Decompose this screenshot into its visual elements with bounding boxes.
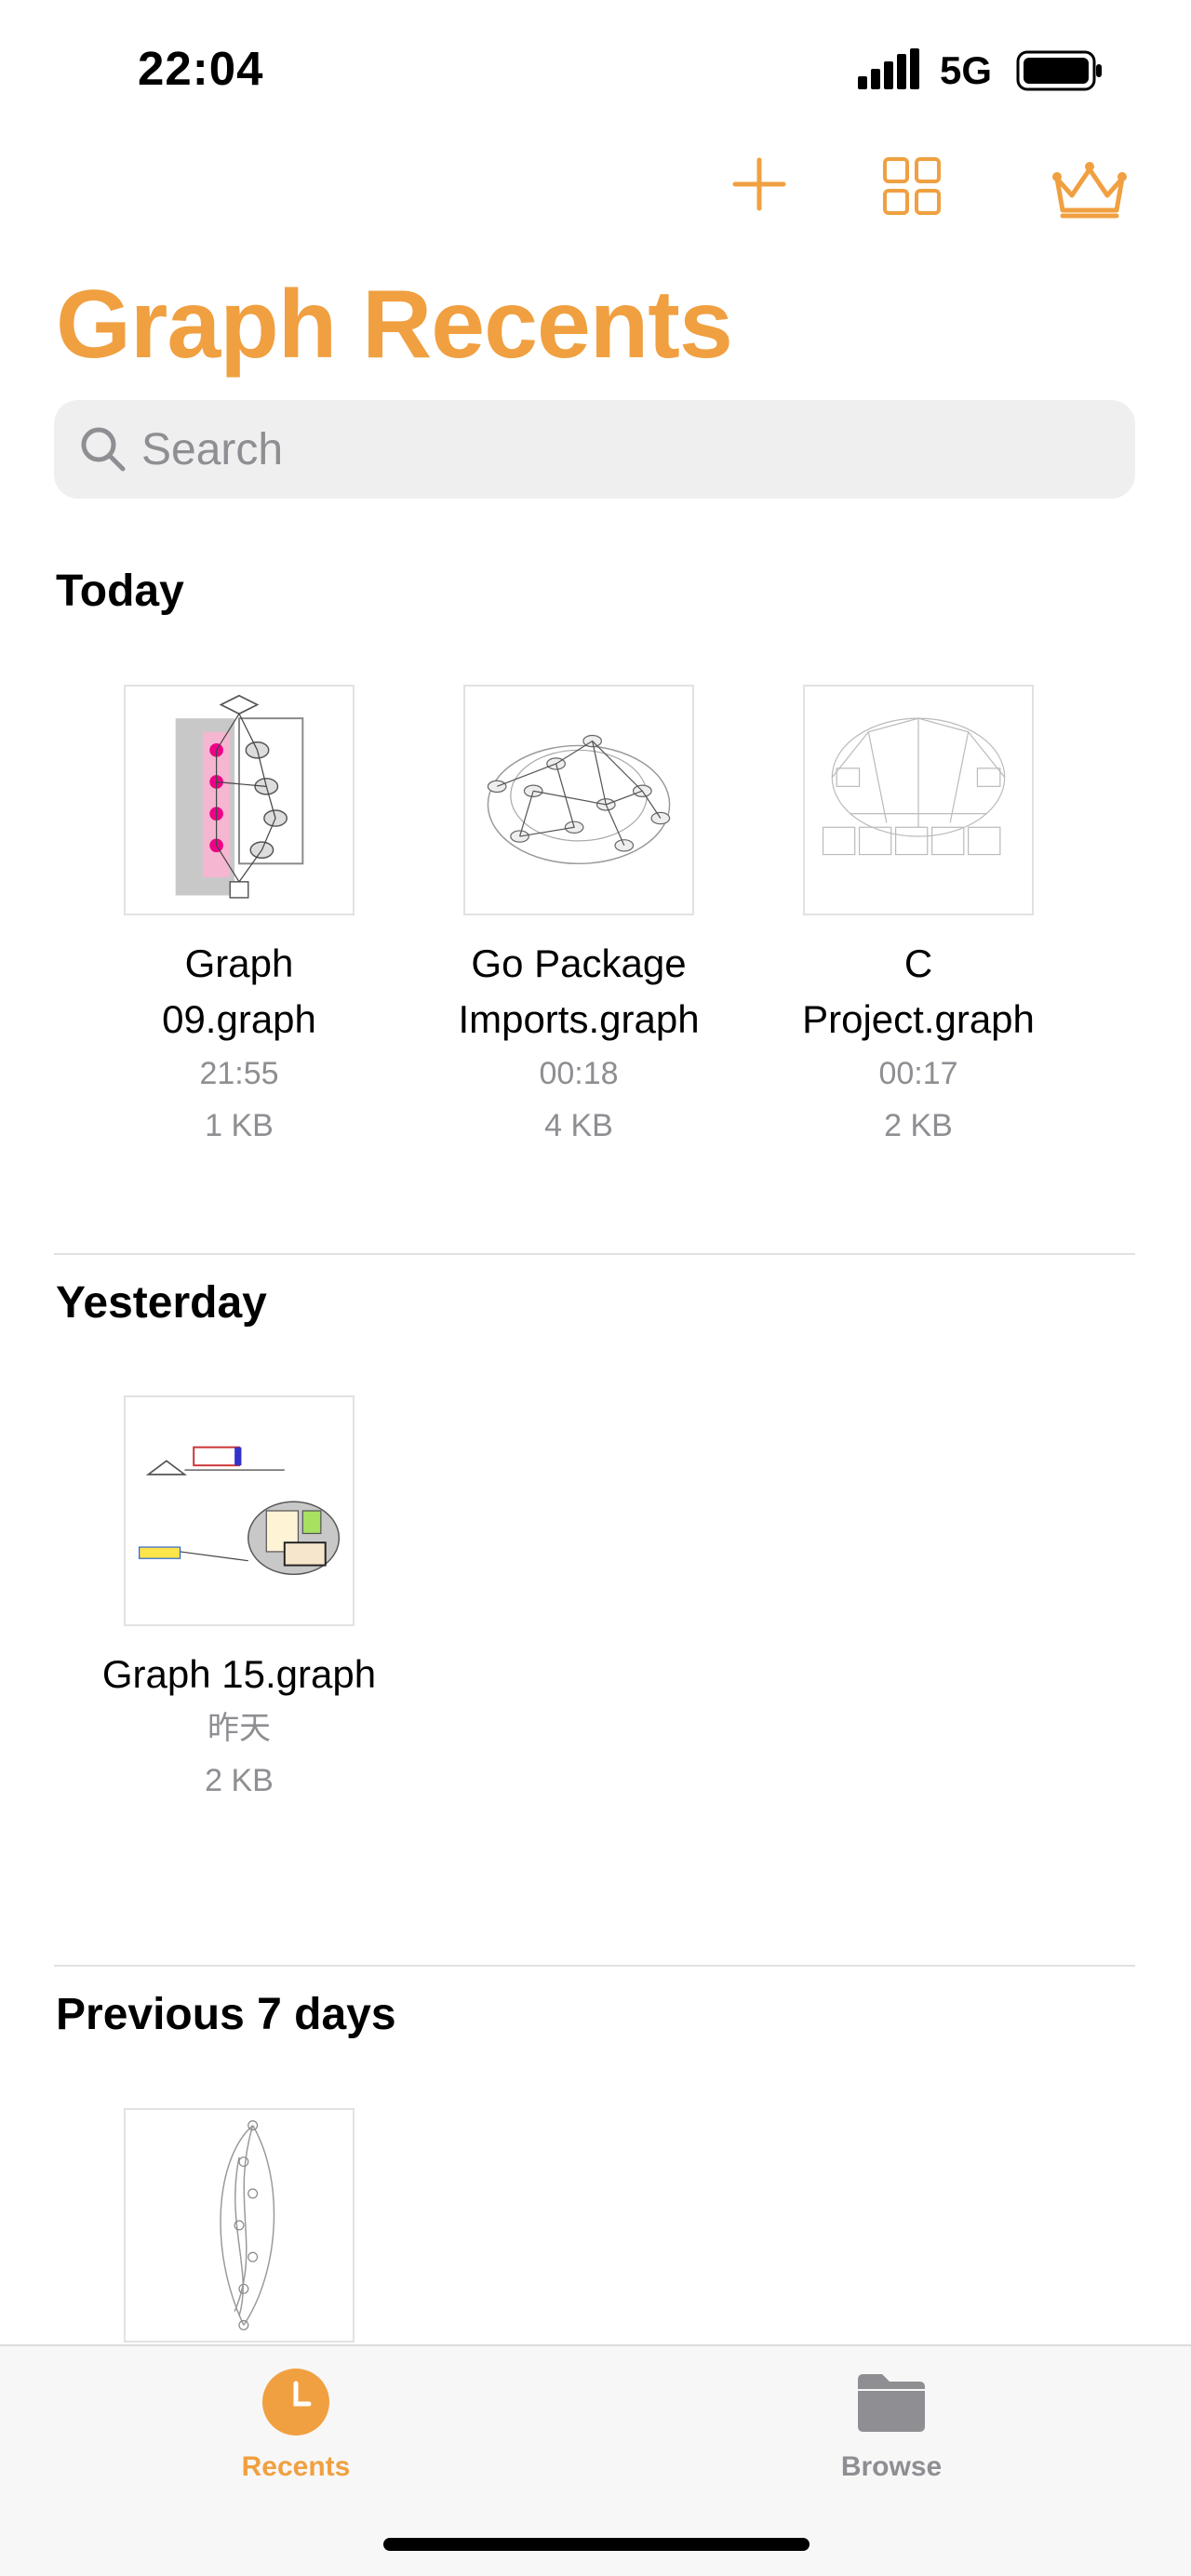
- file-time: 00:18: [539, 1056, 619, 1091]
- crown-icon[interactable]: [1050, 158, 1130, 220]
- file-time: 00:17: [878, 1056, 958, 1091]
- tab-browse[interactable]: Browse: [798, 2367, 984, 2483]
- clock-icon: [262, 2369, 329, 2436]
- search-placeholder: Search: [141, 425, 284, 474]
- section-divider: [54, 1253, 1135, 1255]
- section-title-today: Today: [56, 567, 184, 616]
- file-name: Go Package Imports.graph: [458, 941, 700, 1041]
- battery-icon: [1016, 50, 1102, 91]
- folder-icon: [858, 2374, 925, 2432]
- tab-label-browse: Browse: [840, 2451, 943, 2482]
- file-name: C Project.graph: [802, 941, 1035, 1041]
- file-item[interactable]: C Project.graph 00:17 2 KB: [751, 685, 1086, 1152]
- section-title-previous-7-days: Previous 7 days: [56, 1990, 396, 2039]
- file-size: 2 KB: [205, 1763, 274, 1798]
- grid-view-icon[interactable]: [882, 156, 942, 216]
- page-title: Graph Recents: [56, 271, 733, 379]
- tab-label-recents: Recents: [241, 2451, 351, 2482]
- file-thumbnail[interactable]: [463, 685, 694, 915]
- file-size: 4 KB: [544, 1108, 613, 1143]
- home-indicator: [383, 2538, 810, 2551]
- file-time: 21:55: [199, 1056, 279, 1091]
- signal-icon: [858, 48, 919, 89]
- file-name: Graph 15.graph: [101, 1652, 377, 1696]
- network-type: 5G: [940, 48, 993, 92]
- file-item[interactable]: Go Package Imports.graph 00:18 4 KB: [411, 685, 746, 1152]
- file-item[interactable]: [72, 2108, 407, 2342]
- file-size: 2 KB: [884, 1108, 953, 1143]
- search-icon: [81, 427, 126, 472]
- file-thumbnail[interactable]: [124, 685, 355, 915]
- section-title-yesterday: Yesterday: [56, 1278, 267, 1328]
- status-time: 22:04: [138, 42, 264, 95]
- file-item[interactable]: Graph 15.graph 昨天 2 KB: [72, 1395, 407, 1807]
- file-time: 昨天: [207, 1711, 271, 1746]
- file-size: 1 KB: [205, 1108, 274, 1143]
- file-thumbnail[interactable]: [803, 685, 1034, 915]
- section-divider: [54, 1965, 1135, 1967]
- file-thumbnail[interactable]: [124, 1395, 355, 1626]
- search-field[interactable]: Search: [54, 400, 1135, 499]
- file-name: Graph 09.graph: [162, 941, 316, 1041]
- file-thumbnail[interactable]: [124, 2108, 355, 2342]
- add-icon[interactable]: [731, 156, 787, 212]
- tab-recents[interactable]: Recents: [203, 2367, 389, 2483]
- file-item[interactable]: Graph 09.graph 21:55 1 KB: [72, 685, 407, 1152]
